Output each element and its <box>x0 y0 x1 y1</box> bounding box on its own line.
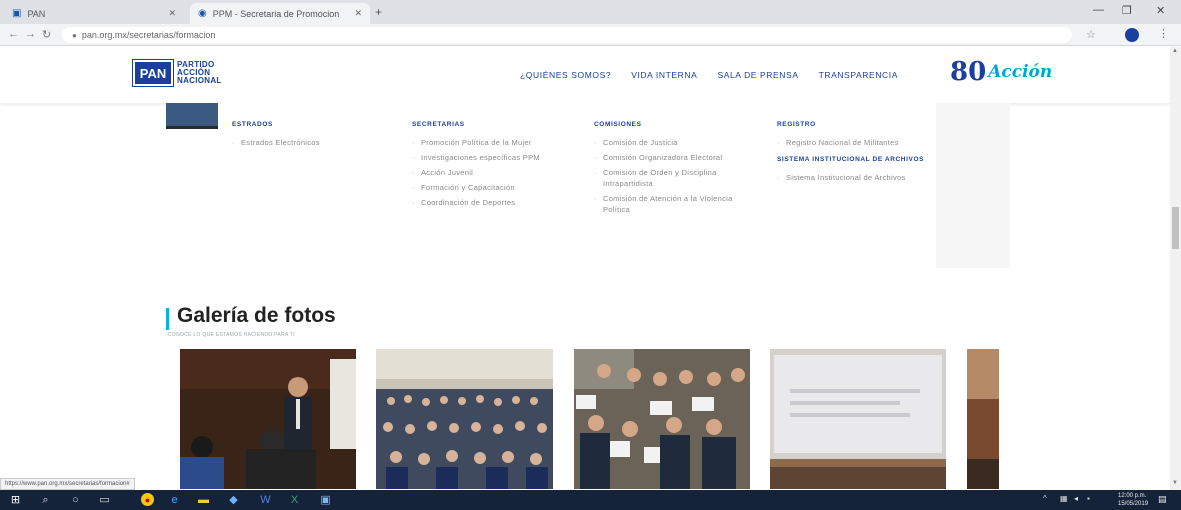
menu-item[interactable]: Comisión de Orden y Disciplina Intrapart… <box>594 167 759 189</box>
menu-item[interactable]: Promoción Política de la Mujer <box>412 137 568 148</box>
profile-avatar[interactable] <box>1125 28 1139 42</box>
scrollbar-thumb[interactable] <box>1172 207 1179 249</box>
notification-center-icon[interactable]: ▤ <box>1158 494 1167 505</box>
search-icon[interactable]: ⌕ <box>38 493 53 507</box>
excel-icon[interactable]: X <box>287 493 302 507</box>
app-icon[interactable]: ▣ <box>318 493 333 507</box>
dropdown-column-secretarias: SECRETARIAS Promoción Política de la Muj… <box>412 121 568 212</box>
gallery-title: Galería de fotos <box>177 304 336 327</box>
forward-arrow-icon[interactable]: → <box>25 28 36 40</box>
gallery-photo-partial[interactable] <box>967 349 999 489</box>
menu-item[interactable]: Sistema Institucional de Archivos <box>777 172 927 183</box>
reload-icon[interactable]: ↻ <box>42 28 51 41</box>
gallery-photo[interactable] <box>376 349 553 489</box>
menu-item[interactable]: Coordinación de Deportes <box>412 197 568 208</box>
address-bar[interactable]: ● pan.org.mx/secretarias/formacion <box>62 27 1072 43</box>
back-arrow-icon[interactable]: ← <box>8 28 19 40</box>
network-icon[interactable]: ▦ <box>1060 494 1068 503</box>
dropdown-column-estrados: ESTRADOS Estrados Electrónicos <box>232 121 402 152</box>
pan-logo[interactable]: PAN PARTIDO ACCIÓN NACIONAL <box>132 59 222 87</box>
browser-tab-active[interactable]: ◉ PPM - Secretaria de Promocion ✕ <box>190 3 370 24</box>
menu-item[interactable]: Comisión de Atención a la Violencia Polí… <box>594 193 759 215</box>
close-tab-icon[interactable]: ✕ <box>168 8 176 19</box>
gallery-photo[interactable] <box>574 349 750 489</box>
menu-item[interactable]: Comisión Organizadora Electoral <box>594 152 759 163</box>
mega-dropdown-menu: ESTRADOS Estrados Electrónicos SECRETARI… <box>166 103 1010 268</box>
column-heading: ESTRADOS <box>232 121 273 128</box>
link-status-bar: https://www.pan.org.mx/secretarias/forma… <box>0 478 135 490</box>
main-nav: ¿QUIÉNES SOMOS? VIDA INTERNA SALA DE PRE… <box>520 70 898 80</box>
tray-chevron-up-icon[interactable]: ^ <box>1043 494 1047 503</box>
dropdown-thumbnail-image <box>166 103 218 129</box>
minimize-icon[interactable]: — <box>1093 4 1104 16</box>
scroll-down-icon[interactable]: ▼ <box>1172 480 1178 486</box>
volume-icon[interactable]: ◂ <box>1074 494 1078 503</box>
cortana-icon[interactable]: ○ <box>68 493 83 507</box>
gallery-subtitle: CONOCE LO QUE ESTAMOS HACIENDO PARA TI <box>168 332 295 338</box>
lock-icon: ● <box>72 30 77 40</box>
80-anniversary-logo[interactable]: 80 Acción <box>950 57 1052 87</box>
tab-title: PPM - Secretaria de Promocion <box>212 8 340 19</box>
maximize-icon[interactable]: ❐ <box>1122 4 1132 17</box>
dropdown-side-panel <box>936 103 1010 268</box>
column-heading: SECRETARIAS <box>412 121 465 128</box>
address-url: pan.org.mx/secretarias/formacion <box>81 30 216 40</box>
gallery-photo[interactable] <box>180 349 356 489</box>
windows-taskbar: ⊞ ⌕ ○ ▭ ● e ▬ ◆ W X ▣ ^ ▦ ◂ ▪ 12:00 p.m.… <box>0 490 1181 510</box>
browser-tab[interactable]: ▣ PAN ✕ <box>4 3 184 24</box>
task-view-icon[interactable]: ▭ <box>97 493 112 507</box>
dropdown-column-registro: REGISTRO Registro Nacional de Militantes… <box>777 121 927 187</box>
close-tab-icon[interactable]: ✕ <box>354 8 362 19</box>
page-scrollbar[interactable]: ▲ ▼ <box>1170 47 1181 490</box>
gallery-accent-bar <box>166 308 169 330</box>
menu-item[interactable]: Comisión de Justicia <box>594 137 759 148</box>
file-explorer-icon[interactable]: ▬ <box>196 493 211 507</box>
site-header: PAN PARTIDO ACCIÓN NACIONAL ¿QUIÉNES SOM… <box>0 47 1170 103</box>
new-tab-plus-icon[interactable]: + <box>375 5 382 19</box>
nav-quienes-somos[interactable]: ¿QUIÉNES SOMOS? <box>520 70 611 80</box>
tab-title: PAN <box>27 8 46 19</box>
app-icon[interactable]: ◆ <box>226 493 241 507</box>
menu-kebab-icon[interactable]: ⋮ <box>1158 27 1169 40</box>
edge-icon[interactable]: e <box>167 493 182 507</box>
pan-logo-mark: PAN <box>132 59 174 87</box>
windows-start-icon[interactable]: ⊞ <box>8 493 23 507</box>
menu-item[interactable]: Investigaciones específicas PPM <box>412 152 568 163</box>
word-icon[interactable]: W <box>258 493 273 507</box>
scroll-up-icon[interactable]: ▲ <box>1172 48 1178 54</box>
nav-vida-interna[interactable]: VIDA INTERNA <box>631 70 697 80</box>
column-heading: REGISTRO <box>777 121 816 128</box>
pan-logo-text: PARTIDO ACCIÓN NACIONAL <box>177 60 222 85</box>
browser-tabstrip: ▣ PAN ✕ ◉ PPM - Secretaria de Promocion … <box>0 0 1181 24</box>
input-language-icon[interactable]: ▪ <box>1087 494 1090 503</box>
nav-sala-de-prensa[interactable]: SALA DE PRENSA <box>717 70 798 80</box>
taskbar-clock[interactable]: 12:00 p.m. 15/05/2019 <box>1118 492 1148 508</box>
dropdown-column-comisiones: COMISIONES Comisión de Justicia Comisión… <box>594 121 759 219</box>
bookmark-star-icon[interactable]: ☆ <box>1086 28 1096 41</box>
menu-item[interactable]: Registro Nacional de Militantes <box>777 137 927 148</box>
chrome-icon[interactable]: ● <box>141 493 154 506</box>
column-heading: SISTEMA INSTITUCIONAL DE ARCHIVOS <box>777 156 925 163</box>
pan-favicon-icon: ▣ <box>12 8 22 19</box>
browser-toolbar: ← → ↻ ● pan.org.mx/secretarias/formacion… <box>0 24 1181 46</box>
close-window-icon[interactable]: ✕ <box>1156 4 1165 17</box>
menu-item[interactable]: Acción Juvenil <box>412 167 568 178</box>
nav-transparencia[interactable]: TRANSPARENCIA <box>819 70 898 80</box>
menu-item[interactable]: Formación y Capacitación <box>412 182 568 193</box>
column-heading: COMISIONES <box>594 121 642 128</box>
gallery-photo[interactable] <box>770 349 946 489</box>
menu-item-estrados-electronicos[interactable]: Estrados Electrónicos <box>232 137 402 148</box>
page-favicon-icon: ◉ <box>198 8 207 19</box>
